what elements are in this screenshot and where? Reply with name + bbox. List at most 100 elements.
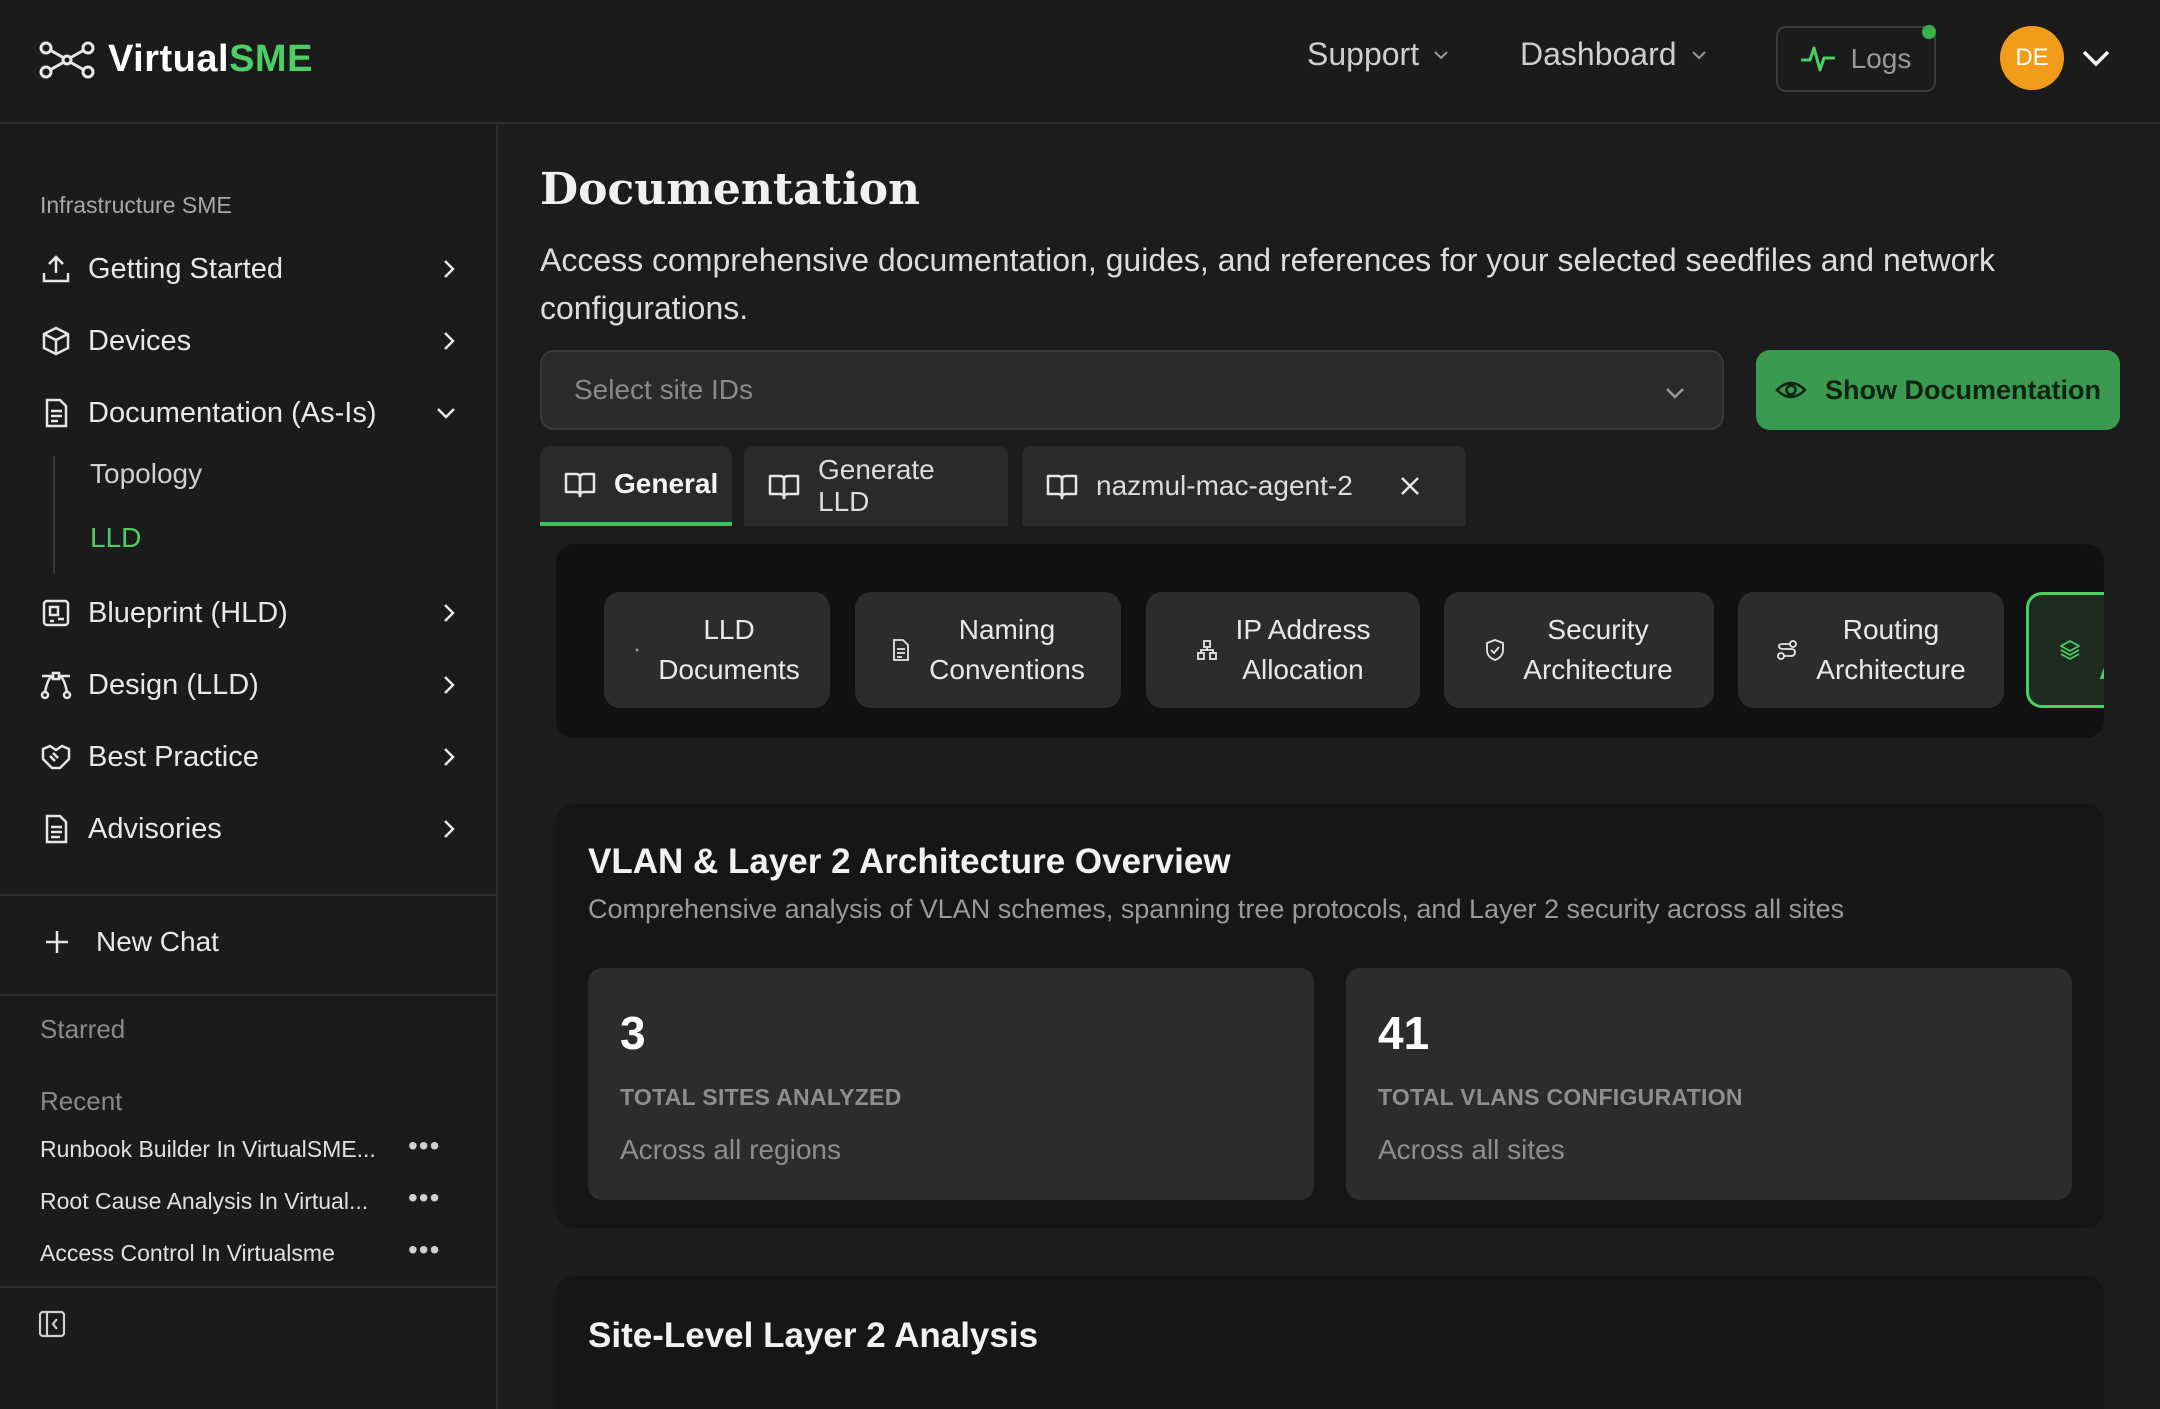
tab-nazmul-mac-agent-2[interactable]: nazmul-mac-agent-2: [1022, 446, 1466, 526]
category-label: IP Address: [1235, 614, 1371, 645]
sidebar-item-getting-started[interactable]: Getting Started: [40, 242, 460, 296]
box-icon: [40, 325, 72, 357]
new-chat-button[interactable]: New Chat: [44, 926, 219, 958]
chevron-right-icon: [440, 669, 460, 701]
starred-heading: Starred: [40, 1014, 126, 1044]
document-icon: [891, 639, 911, 661]
site-level-card: Site-Level Layer 2 Analysis: [556, 1276, 2104, 1409]
sidebar-item-blueprint[interactable]: Blueprint (HLD): [40, 586, 460, 640]
category-vlan-architecture[interactable]: Ar: [2026, 592, 2104, 708]
handshake-icon: [40, 741, 72, 773]
chevron-right-icon: [440, 597, 460, 629]
nav-dashboard[interactable]: Dashboard: [1520, 36, 1709, 73]
category-lld-documents[interactable]: LLD Documents: [604, 592, 830, 708]
tab-generate-lld[interactable]: Generate LLD: [744, 446, 1008, 526]
recent-chat-item[interactable]: Root Cause Analysis In Virtual...: [40, 1188, 390, 1215]
sidebar-item-label: Design (LLD): [88, 668, 259, 701]
sidebar: Infrastructure SME Getting Started Devic…: [0, 126, 498, 1409]
submenu-line: [53, 456, 55, 574]
tab-general[interactable]: General: [540, 446, 732, 526]
category-label: Routing: [1842, 614, 1940, 645]
show-documentation-button[interactable]: Show Documentation: [1756, 350, 2120, 430]
chevron-down-icon: [1689, 45, 1709, 65]
category-label: Security: [1547, 614, 1649, 645]
blueprint-icon: [40, 597, 72, 629]
eye-icon: [1775, 378, 1807, 402]
book-open-icon: [564, 470, 596, 498]
sidebar-divider: [0, 894, 496, 896]
chevron-right-icon: [440, 325, 460, 357]
chevron-right-icon: [440, 741, 460, 773]
more-options-icon[interactable]: •••: [408, 1130, 440, 1162]
category-label: LLD: [703, 614, 755, 645]
chevron-down-icon: [432, 397, 460, 429]
category-ip-address-allocation[interactable]: IP Address Allocation: [1146, 592, 1420, 708]
category-label: Conventions: [929, 654, 1085, 685]
book-open-icon: [1046, 472, 1078, 500]
new-chat-label: New Chat: [96, 926, 219, 957]
plus-icon: [44, 929, 70, 955]
sidebar-item-label: Best Practice: [88, 740, 259, 773]
status-dot: [1922, 25, 1936, 39]
page-description: Access comprehensive documentation, guid…: [540, 242, 1996, 326]
sidebar-item-label: Advisories: [88, 812, 222, 845]
sidebar-item-label: Documentation (As-Is): [88, 396, 377, 429]
sidebar-collapse-icon[interactable]: [38, 1310, 66, 1338]
recent-heading: Recent: [40, 1086, 123, 1116]
category-security-architecture[interactable]: Security Architecture: [1444, 592, 1714, 708]
tab-label: nazmul-mac-agent-2: [1096, 470, 1353, 501]
chevron-down-icon: [1662, 380, 1688, 406]
nav-support-label: Support: [1307, 36, 1420, 72]
chevron-down-icon: [1431, 45, 1451, 65]
show-documentation-label: Show Documentation: [1825, 374, 2101, 405]
nav-dashboard-label: Dashboard: [1520, 36, 1677, 72]
recent-chat-item[interactable]: Runbook Builder In VirtualSME...: [40, 1136, 390, 1163]
top-bar: VirtualSME Support Dashboard Logs DE: [0, 0, 2160, 124]
avatar[interactable]: DE: [2000, 26, 2064, 90]
brand-name: VirtualSME: [108, 38, 313, 81]
close-icon[interactable]: [1399, 475, 1421, 497]
card-title: Site-Level Layer 2 Analysis: [588, 1316, 1039, 1355]
chevron-right-icon: [440, 253, 460, 285]
more-options-icon[interactable]: •••: [408, 1182, 440, 1214]
more-options-icon[interactable]: •••: [408, 1234, 440, 1266]
logs-label: Logs: [1850, 43, 1912, 74]
bezier-icon: [40, 669, 72, 701]
sidebar-item-best-practice[interactable]: Best Practice: [40, 730, 460, 784]
site-id-select[interactable]: Select site IDs: [540, 350, 1724, 430]
recent-chat-item[interactable]: Access Control In Virtualsme: [40, 1240, 390, 1267]
sidebar-item-devices[interactable]: Devices: [40, 314, 460, 368]
category-label: Documents: [658, 654, 800, 685]
sidebar-item-label: Blueprint (HLD): [88, 596, 288, 629]
stat-card-vlans: 41 TOTAL VLANS CONFIGURATION Across all …: [1346, 968, 2072, 1200]
category-naming-conventions[interactable]: Naming Conventions: [855, 592, 1121, 708]
sidebar-item-advisories[interactable]: Advisories: [40, 802, 460, 856]
category-label: Architecture: [1523, 654, 1673, 685]
brand-name-prefix: Virtual: [108, 38, 230, 80]
sidebar-scroll-edge: [0, 876, 496, 896]
stat-value: 3: [620, 1007, 646, 1059]
shield-icon: [1485, 639, 1505, 661]
stat-footnote: Across all regions: [620, 1134, 841, 1165]
sidebar-subitem-lld[interactable]: LLD: [90, 522, 141, 554]
nav-support[interactable]: Support: [1307, 36, 1451, 73]
sidebar-subitem-topology[interactable]: Topology: [90, 458, 202, 490]
file-list-icon: [40, 813, 72, 845]
category-routing-architecture[interactable]: Routing Architecture: [1738, 592, 2004, 708]
card-title: VLAN & Layer 2 Architecture Overview: [588, 842, 1231, 881]
sidebar-item-documentation[interactable]: Documentation (As-Is): [40, 386, 460, 440]
route-icon: [1776, 639, 1798, 661]
sidebar-item-design[interactable]: Design (LLD): [40, 658, 460, 712]
category-panel: LLD Documents Naming Conventions IP Addres…: [556, 544, 2104, 738]
sidebar-divider: [0, 1286, 496, 1288]
logs-button[interactable]: Logs: [1776, 25, 1936, 92]
account-chevron-down-icon[interactable]: [2080, 44, 2112, 72]
sidebar-item-label: Getting Started: [88, 252, 284, 285]
category-label: Architecture: [1816, 654, 1966, 685]
stat-card-sites: 3 TOTAL SITES ANALYZED Across all region…: [588, 968, 1314, 1200]
sidebar-divider: [0, 994, 496, 996]
brand-logo[interactable]: VirtualSME: [38, 38, 313, 81]
stat-label: TOTAL SITES ANALYZED: [620, 1084, 902, 1110]
tab-label: Generate LLD: [818, 454, 935, 517]
upload-icon: [40, 253, 72, 285]
